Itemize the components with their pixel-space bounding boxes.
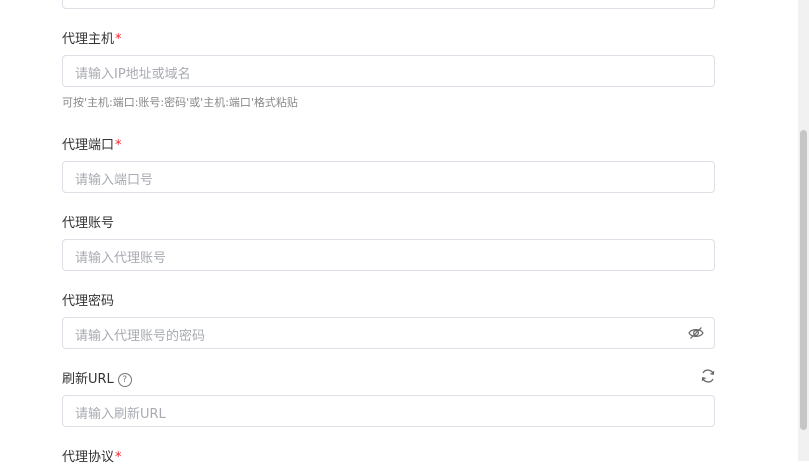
proxy-host-input[interactable]: 请输入IP地址或域名	[62, 55, 715, 87]
proxy-host-label-text: 代理主机	[62, 32, 115, 47]
proxy-password-input[interactable]: 请输入代理账号的密码	[62, 317, 715, 349]
refresh-icon[interactable]	[700, 368, 716, 384]
previous-field-input[interactable]	[62, 0, 715, 9]
required-mark: *	[115, 32, 122, 47]
proxy-protocol-label-text: 代理协议	[62, 450, 115, 465]
proxy-account-placeholder: 请输入代理账号	[75, 251, 167, 266]
eye-slash-icon[interactable]	[688, 326, 704, 340]
proxy-password-placeholder: 请输入代理账号的密码	[75, 329, 206, 344]
proxy-account-label-text: 代理账号	[62, 216, 115, 231]
proxy-port-label-text: 代理端口	[62, 138, 115, 153]
proxy-port-placeholder: 请输入端口号	[75, 173, 154, 188]
refresh-url-input[interactable]: 请输入刷新URL	[62, 395, 715, 427]
proxy-protocol-label: 代理协议*	[62, 446, 715, 466]
refresh-url-label-text: 刷新URL	[62, 372, 114, 387]
proxy-account-input[interactable]: 请输入代理账号	[62, 239, 715, 271]
help-icon[interactable]: ?	[117, 373, 132, 387]
required-mark: *	[115, 138, 122, 153]
refresh-url-placeholder: 请输入刷新URL	[75, 407, 166, 422]
proxy-password-label-text: 代理密码	[62, 294, 115, 309]
proxy-host-hint: 可按'主机:端口:账号:密码'或'主机:端口'格式粘贴	[62, 96, 298, 109]
proxy-host-label: 代理主机*	[62, 28, 715, 48]
proxy-password-label: 代理密码	[62, 290, 715, 310]
proxy-port-input[interactable]: 请输入端口号	[62, 161, 715, 193]
proxy-account-label: 代理账号	[62, 212, 715, 232]
proxy-port-label: 代理端口*	[62, 134, 715, 154]
refresh-url-label: 刷新URL?	[62, 368, 715, 388]
scrollbar-thumb[interactable]	[800, 130, 807, 430]
required-mark: *	[115, 450, 122, 465]
proxy-host-placeholder: 请输入IP地址或域名	[75, 67, 191, 82]
